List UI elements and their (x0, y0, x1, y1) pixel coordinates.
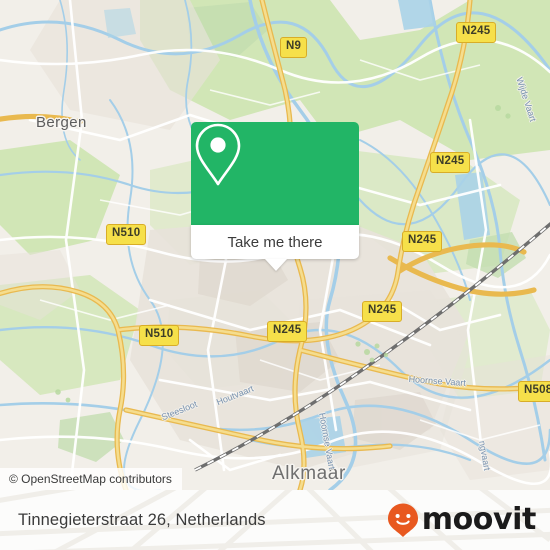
shield-n245-topright[interactable]: N245 (456, 22, 497, 43)
shield-n510-bottom[interactable]: N510 (139, 325, 180, 346)
popup-pointer (265, 259, 287, 271)
attribution-text: © OpenStreetMap contributors (9, 472, 172, 486)
footer-bar: Tinnegieterstraat 26, Netherlands moovit (0, 490, 550, 550)
map-attribution[interactable]: © OpenStreetMap contributors (0, 468, 182, 490)
shield-n245-center[interactable]: N245 (362, 301, 403, 322)
shield-n245-mid[interactable]: N245 (402, 231, 443, 252)
map-pin-icon (195, 123, 241, 186)
take-me-there-button[interactable]: Take me there (191, 225, 359, 259)
address-label: Tinnegieterstraat 26, Netherlands (18, 510, 266, 529)
map-canvas[interactable]: Bergen Alkmaar Wijde Vaart Hoornse Vaart… (0, 0, 550, 490)
shield-n510-left[interactable]: N510 (106, 224, 147, 245)
popup-header (191, 122, 359, 225)
shield-n245-lower[interactable]: N245 (267, 321, 308, 342)
shield-n508-right[interactable]: N508 (518, 381, 550, 402)
location-popup-card[interactable]: Take me there (191, 122, 359, 271)
moovit-logo[interactable]: moovit (386, 502, 536, 538)
take-me-there-label: Take me there (227, 233, 323, 251)
shield-n245-right[interactable]: N245 (430, 152, 471, 173)
moovit-wordmark: moovit (421, 502, 537, 537)
moovit-smiley-pin-icon (387, 503, 418, 537)
shield-n9-top[interactable]: N9 (280, 37, 308, 58)
moovit-map-share-card: Bergen Alkmaar Wijde Vaart Hoornse Vaart… (0, 0, 550, 550)
